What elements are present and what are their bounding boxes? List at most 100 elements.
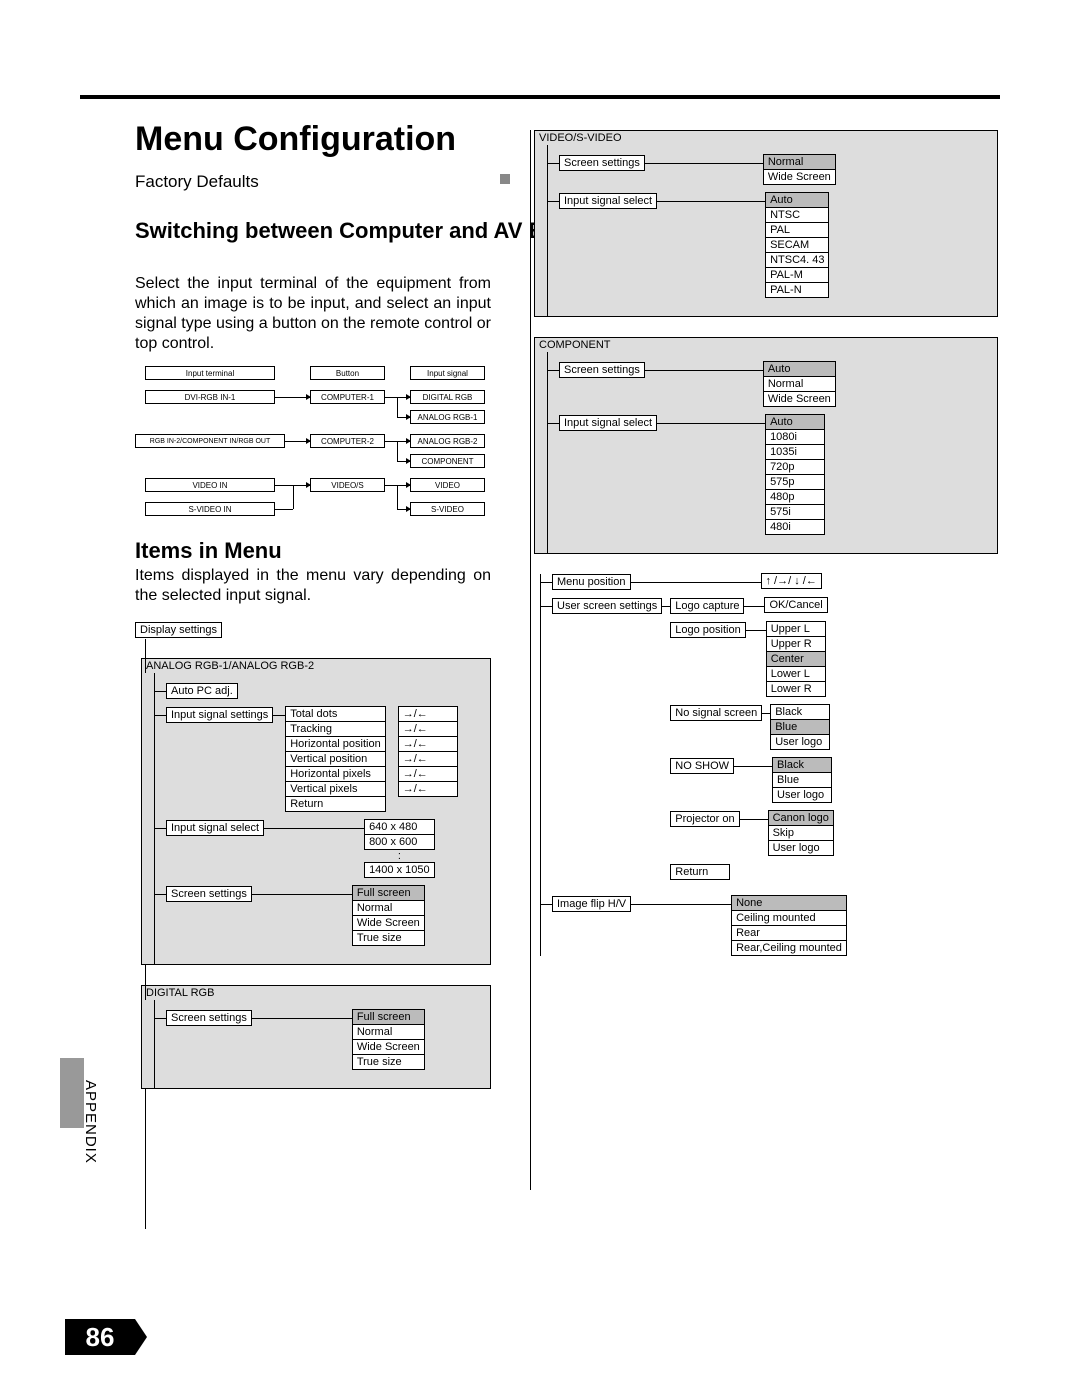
d1-r3c1: VIDEO IN — [145, 478, 275, 492]
drgb-wide: Wide Screen — [352, 1039, 425, 1055]
nsh-ulogo: User logo — [772, 787, 832, 803]
appendix-label: APPENDIX — [82, 1080, 99, 1164]
menu-position-arrows: ↑ /→/ ↓ /← — [761, 573, 822, 589]
ns-ulogo: User logo — [770, 734, 830, 750]
arrow-box: →/← — [398, 781, 458, 797]
po-skip: Skip — [768, 825, 834, 841]
section-analog-rgb: ANALOG RGB-1/ANALOG RGB-2 — [142, 659, 490, 673]
res-800: 800 x 600 — [364, 834, 435, 850]
appendix-tab — [60, 1058, 84, 1128]
nsh-black: Black — [772, 757, 832, 773]
section-component: COMPONENT — [535, 338, 997, 352]
comp-scr-auto: Auto — [763, 361, 836, 377]
res-dots: : — [364, 849, 435, 863]
display-settings-root: Display settings — [135, 622, 222, 638]
d1-r3c2: VIDEO/S — [310, 478, 385, 492]
arrow-box: →/← — [398, 736, 458, 752]
arrow-box: →/← — [398, 721, 458, 737]
po-ulogo: User logo — [768, 840, 834, 856]
comp-575i: 575i — [765, 504, 825, 520]
image-flip-hv: Image flip H/V — [552, 896, 631, 912]
arrow-box: →/← — [398, 766, 458, 782]
comp-1035i: 1035i — [765, 444, 825, 460]
comp-auto: Auto — [765, 414, 825, 430]
default-indicator-swatch — [500, 174, 510, 184]
d1-r1c3a: DIGITAL RGB — [410, 390, 485, 404]
d1-r4c1: S-VIDEO IN — [145, 502, 275, 516]
vs-scr-wide: Wide Screen — [763, 169, 836, 185]
d1-r4c3: S-VIDEO — [410, 502, 485, 516]
scr-true: True size — [352, 930, 425, 946]
d1-r1c3b: ANALOG RGB-1 — [410, 410, 485, 424]
comp-scr: Screen settings — [559, 362, 645, 378]
vs-scr-normal: Normal — [763, 154, 836, 170]
vs-palm: PAL-M — [765, 267, 829, 283]
d1-r2c1: RGB IN-2/COMPONENT IN/RGB OUT — [135, 434, 285, 448]
lp-ur: Upper R — [766, 636, 826, 652]
left-menu-tree: Display settings ANALOG RGB-1/ANALOG RGB… — [135, 622, 491, 1089]
input-signal-select: Input signal select — [166, 820, 264, 836]
screen-settings-drgb: Screen settings — [166, 1010, 252, 1026]
d1-h2: Button — [310, 366, 385, 380]
comp-scr-normal: Normal — [763, 376, 836, 392]
lp-center: Center — [766, 651, 826, 667]
iss-vpos: Vertical position — [285, 751, 386, 767]
right-menu-tree: VIDEO/S-VIDEO Screen settings Normal Wid… — [528, 130, 998, 964]
flip-rear: Rear — [731, 925, 847, 941]
drgb-normal: Normal — [352, 1024, 425, 1040]
user-screen-settings: User screen settings — [552, 598, 662, 614]
d1-h1: Input terminal — [145, 366, 275, 380]
projector-on: Projector on — [670, 811, 739, 827]
d1-r1c1: DVI-RGB IN-1 — [145, 390, 275, 404]
d1-r2c2: COMPUTER-2 — [310, 434, 385, 448]
flip-ceiling: Ceiling mounted — [731, 910, 847, 926]
vs-screen-settings: Screen settings — [559, 155, 645, 171]
flip-none: None — [731, 895, 847, 911]
page-title: Menu Configuration — [135, 120, 456, 159]
drgb-full: Full screen — [352, 1009, 425, 1025]
page-number: 86 — [65, 1319, 135, 1355]
comp-480i: 480i — [765, 519, 825, 535]
menu-position: Menu position — [552, 574, 631, 590]
comp-scr-wide: Wide Screen — [763, 391, 836, 407]
nsh-blue: Blue — [772, 772, 832, 788]
vs-secam: SECAM — [765, 237, 829, 253]
d1-r1c2: COMPUTER-1 — [310, 390, 385, 404]
ns-blue: Blue — [770, 719, 830, 735]
vs-auto: Auto — [765, 192, 829, 208]
iss-hpos: Horizontal position — [285, 736, 386, 752]
res-1400: 1400 x 1050 — [364, 862, 435, 878]
auto-pc-adj: Auto PC adj. — [166, 683, 238, 699]
scr-normal: Normal — [352, 900, 425, 916]
heading-items: Items in Menu — [135, 538, 282, 564]
iss-total-dots: Total dots — [285, 706, 386, 722]
drgb-true: True size — [352, 1054, 425, 1070]
section-video-svideo: VIDEO/S-VIDEO — [535, 131, 997, 145]
d1-r3c3: VIDEO — [410, 478, 485, 492]
input-terminal-diagram: Input terminal Button Input signal DVI-R… — [135, 366, 491, 546]
ok-cancel: OK/Cancel — [764, 597, 827, 613]
section-digital-rgb: DIGITAL RGB — [142, 986, 490, 1000]
iss-hpix: Horizontal pixels — [285, 766, 386, 782]
comp-480p: 480p — [765, 489, 825, 505]
lp-lr: Lower R — [766, 681, 826, 697]
paragraph-switching: Select the input terminal of the equipme… — [135, 274, 491, 354]
vs-ntsc: NTSC — [765, 207, 829, 223]
vs-paln: PAL-N — [765, 282, 829, 298]
iss-tracking: Tracking — [285, 721, 386, 737]
res-640: 640 x 480 — [364, 819, 435, 835]
scr-wide: Wide Screen — [352, 915, 425, 931]
paragraph-items: Items displayed in the menu vary dependi… — [135, 566, 491, 606]
comp-575p: 575p — [765, 474, 825, 490]
vs-ntsc443: NTSC4. 43 — [765, 252, 829, 268]
d1-r2c3b: COMPONENT — [410, 454, 485, 468]
uss-return: Return — [670, 864, 730, 880]
input-signal-settings: Input signal settings — [166, 707, 273, 723]
logo-position: Logo position — [670, 622, 745, 638]
po-canon: Canon logo — [768, 810, 834, 826]
scr-full: Full screen — [352, 885, 425, 901]
comp-720p: 720p — [765, 459, 825, 475]
lp-ll: Lower L — [766, 666, 826, 682]
d1-h3: Input signal — [410, 366, 485, 380]
comp-1080i: 1080i — [765, 429, 825, 445]
